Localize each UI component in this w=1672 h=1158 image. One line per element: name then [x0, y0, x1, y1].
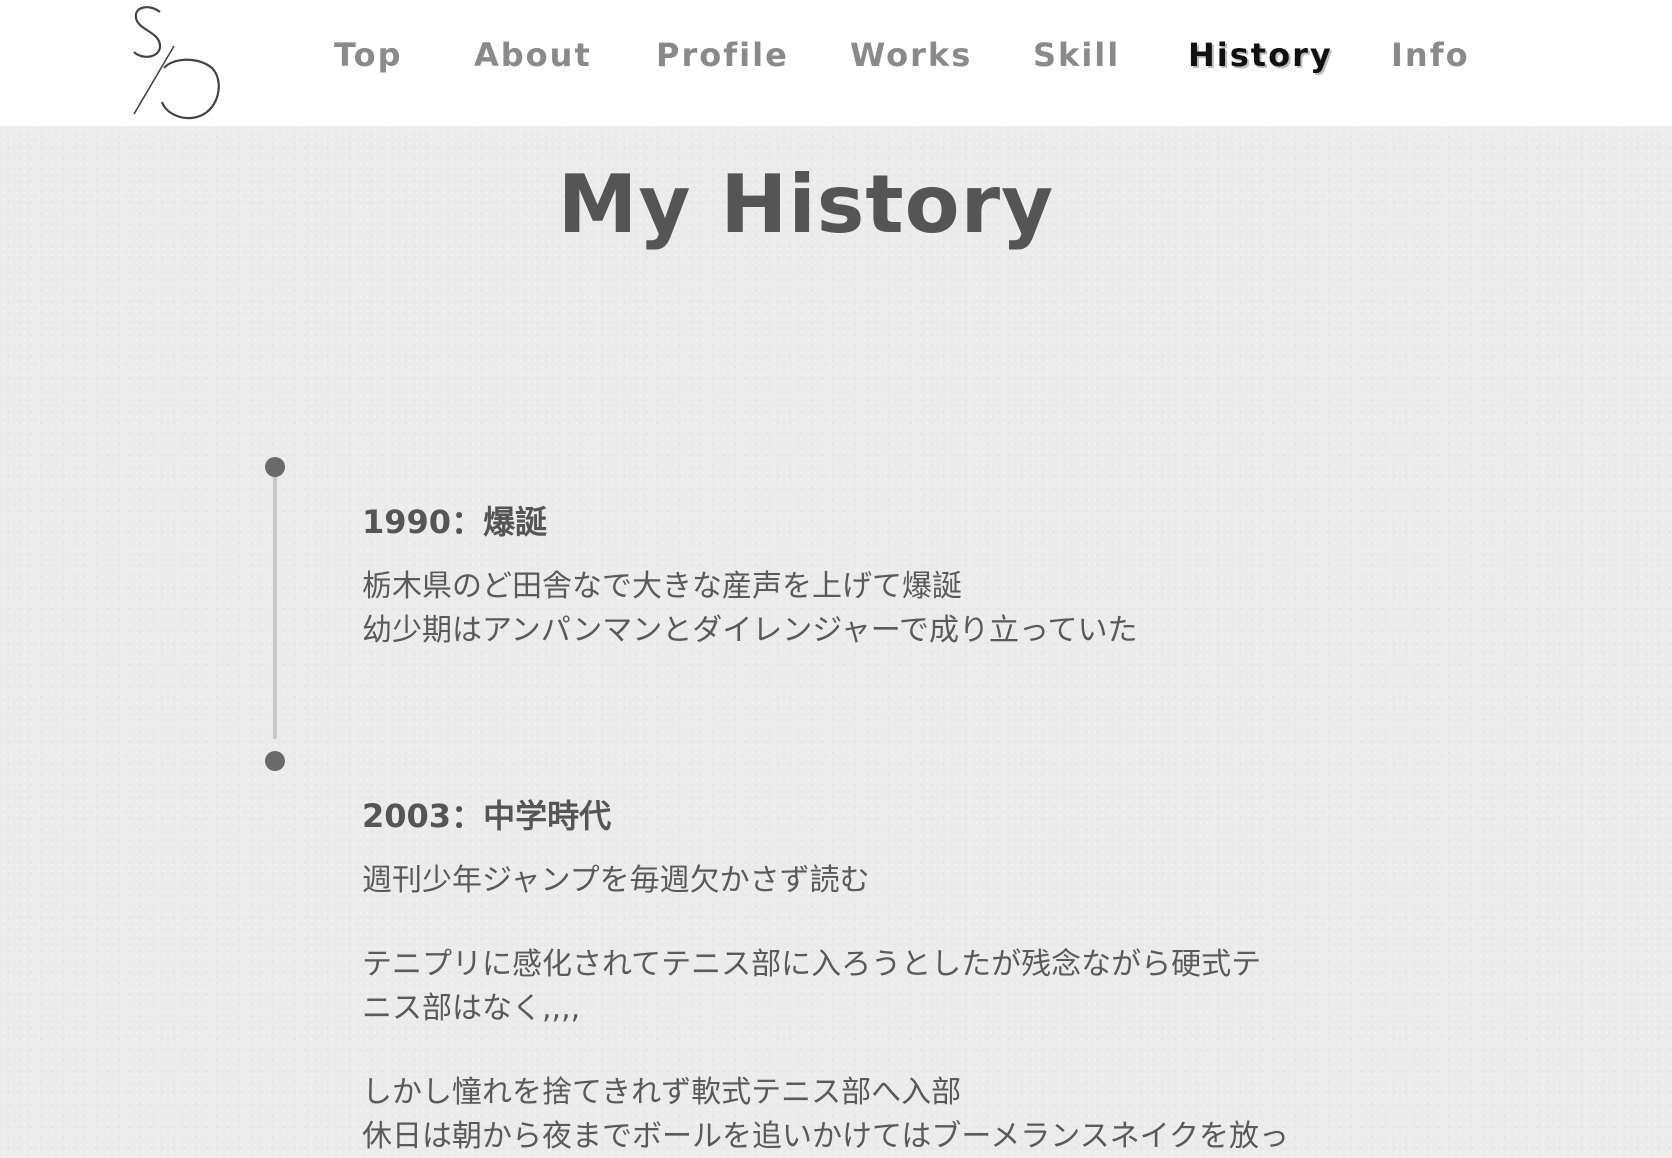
entry-text-line: 休日は朝から夜までボールを追いかけてはブーメランスネイクを放っ: [362, 1119, 1289, 1154]
entry-text-line: ニス部はなく,,,,: [362, 991, 581, 1026]
entry-paragraph: テニプリに感化されてテニス部に入ろうとしたが残念ながら硬式テ ニス部はなく,,,…: [362, 943, 1362, 1031]
entry-heading: 1990：爆誕: [362, 503, 548, 541]
nav-about[interactable]: About: [474, 36, 592, 74]
entry-text-line: テニプリに感化されてテニス部に入ろうとしたが残念ながら硬式テ: [362, 947, 1262, 982]
entry-paragraph: 週刊少年ジャンプを毎週欠かさず読む: [362, 859, 1362, 903]
nav-top[interactable]: Top: [334, 36, 402, 74]
nav-skill[interactable]: Skill: [1033, 36, 1120, 74]
nav-history[interactable]: History: [1188, 36, 1333, 74]
timeline-entry-2003: 2003：中学時代 週刊少年ジャンプを毎週欠かさず読む テニプリに感化されてテニ…: [362, 791, 1362, 1158]
entry-text-line: 幼少期はアンパンマンとダイレンジャーで成り立っていた: [362, 613, 1138, 648]
entry-heading: 2003：中学時代: [362, 797, 612, 835]
page-title: My History: [557, 158, 1055, 251]
site-header: Top About Profile Works Skill History In…: [0, 0, 1672, 126]
entry-text-line: 栃木県のど田舎なで大きな産声を上げて爆誕: [362, 569, 962, 604]
main-nav: Top About Profile Works Skill History In…: [0, 0, 1672, 116]
nav-profile[interactable]: Profile: [656, 36, 789, 74]
entry-paragraph: 栃木県のど田舎なで大きな産声を上げて爆誕 幼少期はアンパンマンとダイレンジャーで…: [362, 565, 1362, 653]
timeline-line: [273, 477, 277, 739]
timeline-dot: [265, 751, 285, 771]
nav-works[interactable]: Works: [850, 36, 972, 74]
nav-info[interactable]: Info: [1391, 36, 1470, 74]
timeline-dot: [265, 457, 285, 477]
timeline-entry-1990: 1990：爆誕 栃木県のど田舎なで大きな産声を上げて爆誕 幼少期はアンパンマンと…: [362, 497, 1362, 653]
entry-paragraph: しかし憧れを捨てきれず軟式テニス部へ入部 休日は朝から夜までボールを追いかけては…: [362, 1071, 1362, 1158]
entry-text-line: しかし憧れを捨てきれず軟式テニス部へ入部: [362, 1075, 962, 1110]
entry-text-line: 週刊少年ジャンプを毎週欠かさず読む: [362, 863, 870, 898]
